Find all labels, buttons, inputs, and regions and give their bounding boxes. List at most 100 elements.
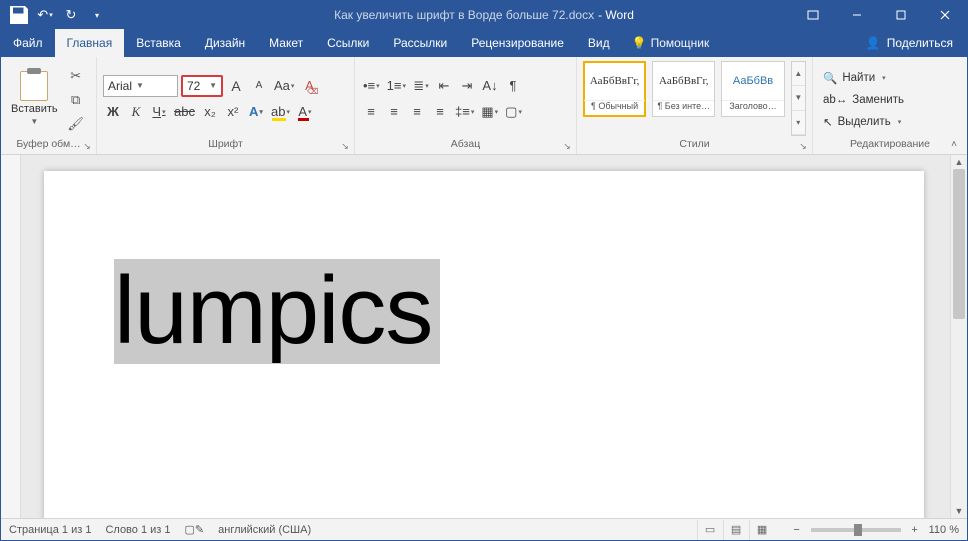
paste-button[interactable]: Вставить ▼ [7, 69, 62, 128]
copy-button[interactable]: ⧉ [66, 90, 86, 110]
zoom-level[interactable]: 110 % [929, 524, 959, 536]
status-page[interactable]: Страница 1 из 1 [9, 524, 91, 536]
share-button[interactable]: 👤 Поделиться [852, 29, 967, 57]
replace-button[interactable]: ab↔Заменить [819, 90, 908, 110]
group-clipboard: Вставить ▼ ✂ ⧉ 🖌 Буфер обм…↘ [1, 57, 97, 154]
underline-button[interactable]: Ч▾ [149, 101, 169, 123]
page[interactable]: lumpics [44, 171, 924, 518]
text-effects-button[interactable]: A▾ [246, 101, 266, 123]
styles-scroll-down-icon[interactable]: ▼ [792, 86, 805, 110]
redo-icon[interactable]: ↻ [59, 3, 83, 27]
grow-font-button[interactable]: A [226, 75, 246, 97]
tab-insert[interactable]: Вставка [124, 29, 193, 57]
chevron-down-icon[interactable]: ▼ [209, 81, 217, 90]
tab-home[interactable]: Главная [55, 29, 125, 57]
window-controls [791, 1, 967, 29]
shading-button[interactable]: ▦▾ [479, 101, 500, 123]
clear-formatting-button[interactable]: A⌫ [299, 75, 319, 97]
tab-layout[interactable]: Макет [257, 29, 315, 57]
superscript-button[interactable]: x² [223, 101, 243, 123]
document-text[interactable]: lumpics [114, 259, 440, 364]
tell-me-search[interactable]: 💡 Помощник [622, 29, 720, 57]
tab-design[interactable]: Дизайн [193, 29, 257, 57]
close-icon[interactable] [923, 1, 967, 29]
multilevel-list-button[interactable]: ≣▾ [411, 75, 431, 97]
replace-icon: ab↔ [823, 94, 847, 106]
style-normal[interactable]: АаБбВвГг, ¶ Обычный [583, 61, 646, 117]
chevron-down-icon[interactable]: ▼ [30, 117, 38, 126]
line-spacing-button[interactable]: ‡≡▾ [453, 101, 476, 123]
decrease-indent-button[interactable]: ⇤ [434, 75, 454, 97]
style-heading1[interactable]: АаБбВв Заголово… [721, 61, 784, 117]
group-styles: АаБбВвГг, ¶ Обычный АаБбВвГг, ¶ Без инте… [577, 57, 813, 154]
justify-button[interactable]: ≡ [430, 101, 450, 123]
ribbon-display-icon[interactable] [791, 1, 835, 29]
read-mode-icon[interactable]: ▭ [697, 520, 723, 540]
cut-button[interactable]: ✂ [66, 66, 86, 86]
minimize-icon[interactable] [835, 1, 879, 29]
save-icon[interactable] [7, 3, 31, 27]
styles-gallery-scroll: ▲ ▼ ▾ [791, 61, 806, 136]
find-button[interactable]: 🔍Найти▾ [819, 68, 908, 88]
zoom-out-button[interactable]: − [789, 524, 805, 536]
status-proofing-icon[interactable]: ▢✎ [185, 523, 205, 536]
font-size-combo[interactable]: 72▼ [181, 75, 223, 97]
group-paragraph: •≡▾ 1≡▾ ≣▾ ⇤ ⇥ A↓ ¶ ≡ ≡ ≡ ≡ ‡≡▾ ▦▾ ▢▾ [355, 57, 577, 154]
align-left-button[interactable]: ≡ [361, 101, 381, 123]
shrink-font-button[interactable]: A [249, 75, 269, 97]
style-no-spacing[interactable]: АаБбВвГг, ¶ Без инте… [652, 61, 715, 117]
align-right-button[interactable]: ≡ [407, 101, 427, 123]
tab-review[interactable]: Рецензирование [459, 29, 576, 57]
strikethrough-button[interactable]: abc [172, 101, 197, 123]
scrollbar-thumb[interactable] [953, 169, 965, 319]
italic-button[interactable]: К [126, 101, 146, 123]
tab-mailings[interactable]: Рассылки [381, 29, 459, 57]
styles-scroll-up-icon[interactable]: ▲ [792, 62, 805, 86]
vertical-scrollbar[interactable]: ▲ ▼ [950, 155, 967, 518]
show-marks-button[interactable]: ¶ [503, 75, 523, 97]
subscript-button[interactable]: x₂ [200, 101, 220, 123]
status-language[interactable]: английский (США) [218, 524, 311, 536]
dialog-launcher-icon[interactable]: ↘ [797, 140, 809, 152]
tab-references[interactable]: Ссылки [315, 29, 381, 57]
zoom-slider[interactable] [811, 528, 901, 532]
bold-button[interactable]: Ж [103, 101, 123, 123]
sort-button[interactable]: A↓ [480, 75, 500, 97]
borders-button[interactable]: ▢▾ [503, 101, 524, 123]
paste-label: Вставить [11, 103, 58, 115]
collapse-ribbon-icon[interactable]: ˄ [945, 136, 963, 152]
tab-view[interactable]: Вид [576, 29, 622, 57]
status-words[interactable]: Слово 1 из 1 [105, 524, 170, 536]
share-icon: 👤 [866, 36, 881, 50]
group-label-font: Шрифт [208, 138, 243, 150]
change-case-button[interactable]: Aa▾ [272, 75, 296, 97]
styles-expand-icon[interactable]: ▾ [792, 111, 805, 135]
zoom-slider-thumb[interactable] [854, 524, 862, 536]
increase-indent-button[interactable]: ⇥ [457, 75, 477, 97]
undo-icon[interactable]: ↶▾ [33, 3, 57, 27]
dialog-launcher-icon[interactable]: ↘ [81, 140, 93, 152]
vertical-ruler[interactable] [1, 155, 21, 518]
maximize-icon[interactable] [879, 1, 923, 29]
chevron-down-icon[interactable]: ▼ [136, 81, 144, 90]
tab-file[interactable]: Файл [1, 29, 55, 57]
print-layout-icon[interactable]: ▤ [723, 520, 749, 540]
dialog-launcher-icon[interactable]: ↘ [561, 140, 573, 152]
qat-customize-icon[interactable]: ▾ [85, 3, 109, 27]
bullets-button[interactable]: •≡▾ [361, 75, 382, 97]
highlight-button[interactable]: ab▾ [269, 101, 292, 123]
numbering-button[interactable]: 1≡▾ [385, 75, 408, 97]
align-center-button[interactable]: ≡ [384, 101, 404, 123]
select-button[interactable]: ↖Выделить▾ [819, 112, 908, 132]
font-color-button[interactable]: A▾ [295, 101, 315, 123]
scroll-down-icon[interactable]: ▼ [951, 504, 967, 518]
format-painter-button[interactable]: 🖌 [66, 114, 86, 134]
web-layout-icon[interactable]: ▦ [749, 520, 775, 540]
font-name-combo[interactable]: Arial▼ [103, 75, 178, 97]
scroll-up-icon[interactable]: ▲ [951, 155, 967, 169]
zoom-in-button[interactable]: + [907, 524, 923, 536]
dialog-launcher-icon[interactable]: ↘ [339, 140, 351, 152]
style-preview: АаБбВвГг, [584, 62, 645, 100]
style-name: Заголово… [722, 100, 783, 116]
share-label: Поделиться [887, 36, 953, 50]
